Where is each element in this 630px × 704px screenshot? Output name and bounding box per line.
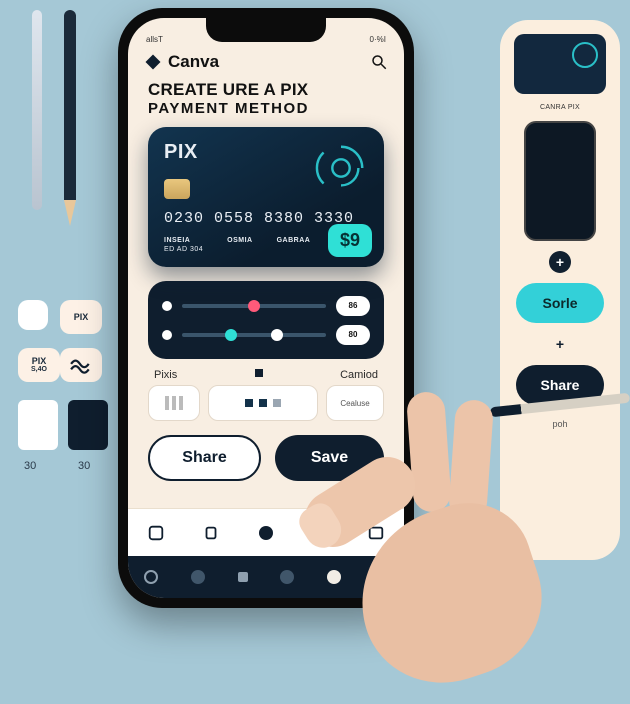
- slider-1-track[interactable]: [182, 304, 326, 308]
- mini-cealuse-label: Cealuse: [340, 399, 369, 408]
- tool-effects-icon[interactable]: [308, 520, 334, 546]
- card-meta-row: INSEIA ED AD 304 OSMIA GABRAA: [164, 237, 310, 253]
- nav-dot-6[interactable]: [374, 570, 388, 584]
- side-foot-label: poh: [552, 419, 567, 429]
- tool-shapes-icon[interactable]: [143, 520, 169, 546]
- desk-chip-blank: [18, 300, 48, 330]
- slider-2-knob-a[interactable]: [225, 329, 237, 341]
- brand-name: Canva: [168, 52, 219, 72]
- card-meta-3: GABRAA: [277, 237, 311, 244]
- card-digits-1: 0230: [164, 210, 204, 227]
- tool-more-icon[interactable]: [363, 520, 389, 546]
- side-add-button[interactable]: +: [549, 251, 571, 273]
- search-icon[interactable]: [370, 53, 388, 71]
- mini-cealuse[interactable]: Cealuse: [326, 385, 384, 421]
- save-button[interactable]: Save: [275, 435, 384, 481]
- desk-tag-dark: [68, 400, 108, 450]
- app-brand[interactable]: Canva: [144, 52, 219, 72]
- pen-prop: [32, 10, 42, 210]
- top-bar: Canva: [128, 46, 404, 78]
- tool-layers-icon[interactable]: [198, 520, 224, 546]
- card-chip-icon: [164, 179, 190, 199]
- mini-palette[interactable]: [208, 385, 318, 421]
- desk-num-left: 30: [24, 460, 36, 472]
- nav-dot-4[interactable]: [280, 570, 294, 584]
- bottom-nav: [128, 556, 404, 598]
- sliders-panel: 86 80: [148, 281, 384, 359]
- action-row: Share Save: [128, 421, 404, 489]
- mini-swatch[interactable]: [148, 385, 200, 421]
- pix-card[interactable]: PIX 0230 0558 8380 3330 INSEIAED AD 304 …: [148, 127, 384, 267]
- labels-row: Pixis Camiod: [128, 359, 404, 385]
- title-line-1: CREATE URE A PIX: [148, 80, 384, 100]
- desk-chip-pix-2-label: PIX: [32, 357, 47, 366]
- slider-1-start-icon: [162, 301, 172, 311]
- editor-toolbar: [128, 508, 404, 556]
- status-right: 0·%I: [370, 35, 386, 44]
- label-right: Camiod: [340, 369, 378, 381]
- desk-chip-pix: PIX: [60, 300, 102, 334]
- label-mid-icon: [255, 369, 263, 377]
- card-digits-3: 8380: [264, 210, 304, 227]
- nav-dot-1[interactable]: [144, 570, 158, 584]
- phone-notch: [206, 18, 326, 42]
- slider-1-knob[interactable]: [248, 300, 260, 312]
- desk-tag-light: [18, 400, 58, 450]
- label-left: Pixis: [154, 369, 177, 381]
- slider-2-start-icon: [162, 330, 172, 340]
- pencil-prop: [64, 10, 76, 200]
- side-panel: CANRA PIX + Sorle + Share poh: [500, 20, 620, 560]
- share-button[interactable]: Share: [148, 435, 261, 481]
- card-digits-2: 0558: [214, 210, 254, 227]
- slider-2-knob-b[interactable]: [271, 329, 283, 341]
- phone-screen: allsT 0·%I Canva CREATE URE A PIX PAYMEN…: [128, 18, 404, 598]
- side-thumb-card[interactable]: [514, 34, 606, 94]
- card-number: 0230 0558 8380 3330: [164, 210, 354, 227]
- status-left: allsT: [146, 35, 163, 44]
- title-line-2: PAYMENT METHOD: [148, 100, 384, 117]
- nav-dot-2[interactable]: [191, 570, 205, 584]
- page-title: CREATE URE A PIX PAYMENT METHOD: [128, 78, 404, 127]
- card-meta-2: OSMIA: [227, 237, 252, 244]
- side-plus-icon[interactable]: +: [549, 333, 571, 355]
- card-price-badge: $9: [328, 224, 372, 257]
- side-caption: CANRA PIX: [540, 104, 580, 111]
- slider-1[interactable]: 86: [162, 296, 370, 316]
- card-holder: ED AD 304: [164, 246, 203, 253]
- mini-row: Cealuse: [128, 385, 404, 421]
- nav-dot-5[interactable]: [327, 570, 341, 584]
- tool-color-icon[interactable]: [253, 520, 279, 546]
- fingerprint-icon: [312, 139, 370, 197]
- side-thumb-phone[interactable]: [524, 121, 596, 241]
- nav-dot-3[interactable]: [238, 572, 248, 582]
- desk-num-right: 30: [78, 460, 90, 472]
- desk-chip-pix-2: PIX S,4O: [18, 348, 60, 382]
- desk-chip-pix-2-sub: S,4O: [31, 366, 47, 373]
- desk-chip-wave: [60, 348, 102, 382]
- slider-2[interactable]: 80: [162, 325, 370, 345]
- brand-logo-icon: [144, 53, 162, 71]
- phone-frame: allsT 0·%I Canva CREATE URE A PIX PAYMEN…: [118, 8, 414, 608]
- side-sorle-button[interactable]: Sorle: [516, 283, 604, 323]
- card-meta-1: INSEIA: [164, 237, 203, 244]
- slider-2-value: 80: [336, 325, 370, 345]
- slider-2-track[interactable]: [182, 333, 326, 337]
- slider-1-value: 86: [336, 296, 370, 316]
